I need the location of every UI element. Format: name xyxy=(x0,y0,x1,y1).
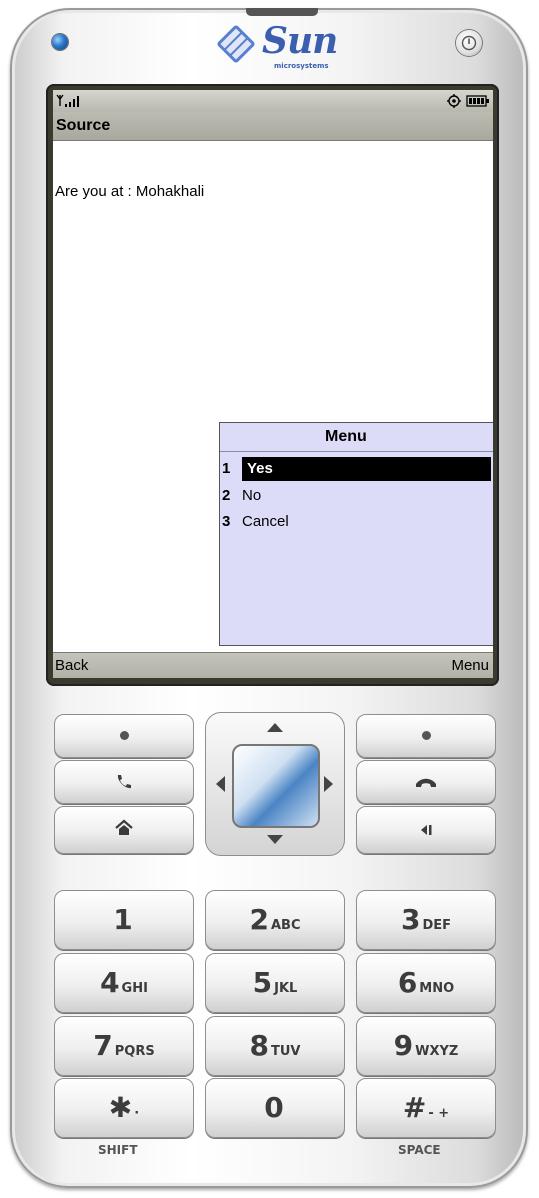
menu-item-label: Cancel xyxy=(242,513,289,530)
top-notch xyxy=(246,8,318,16)
key-star[interactable]: ✱ · xyxy=(54,1078,194,1138)
key-hash[interactable]: # - + xyxy=(356,1078,496,1138)
message-text: Are you at : Mohakhali xyxy=(55,183,205,200)
key-6[interactable]: 6 MNO xyxy=(356,953,496,1013)
screen-title: Source xyxy=(56,117,111,134)
settings-icon xyxy=(447,94,461,108)
key-letters: GHI xyxy=(121,981,148,996)
key-8[interactable]: 8 TUV xyxy=(205,1016,345,1076)
key-digit: ✱ xyxy=(108,1091,133,1124)
key-7[interactable]: 7 PQRS xyxy=(54,1016,194,1076)
menu-item-number: 1 xyxy=(222,460,231,477)
menu-item-label: Yes xyxy=(242,457,491,481)
key-digit: 4 xyxy=(100,966,120,999)
key-letters: - + xyxy=(428,1106,450,1121)
key-digit: 0 xyxy=(264,1091,284,1124)
menu-title-bar: Menu xyxy=(220,423,493,452)
key-1[interactable]: 1 xyxy=(54,890,194,950)
options-menu: Menu 1 Yes 2 No 3 Cancel xyxy=(219,422,493,646)
sun-logo: Sun microsystems xyxy=(214,18,344,74)
clear-key[interactable] xyxy=(356,806,496,854)
menu-title: Menu xyxy=(325,428,367,445)
key-letters: WXYZ xyxy=(415,1044,459,1059)
power-button[interactable] xyxy=(456,30,482,56)
menu-item-label: No xyxy=(242,487,262,504)
sun-logo-mark xyxy=(217,25,255,63)
key-digit: 9 xyxy=(393,1029,414,1062)
brand-name: Sun xyxy=(262,20,338,62)
key-letters: ABC xyxy=(270,918,301,933)
menu-softkey[interactable]: Menu xyxy=(451,657,489,674)
left-soft-key[interactable] xyxy=(54,714,194,758)
menu-item-number: 2 xyxy=(222,487,231,504)
end-key[interactable] xyxy=(356,760,496,804)
home-key[interactable] xyxy=(54,806,194,854)
key-letters: JKL xyxy=(274,981,298,996)
key-letters: MNO xyxy=(419,981,455,996)
key-letters: · xyxy=(134,1106,140,1121)
key-digit: 2 xyxy=(249,903,269,936)
key-digit: # xyxy=(402,1091,427,1124)
key-2[interactable]: 2 ABC xyxy=(205,890,345,950)
key-letters: TUV xyxy=(270,1044,301,1059)
arrow-up-icon[interactable] xyxy=(267,723,283,732)
brand-sub: microsystems xyxy=(274,62,329,70)
title-bar: Source xyxy=(53,112,493,141)
led-icon xyxy=(52,34,68,50)
phone-call-icon xyxy=(117,775,131,789)
dot-icon xyxy=(421,731,431,740)
key-0[interactable]: 0 xyxy=(205,1078,345,1138)
home-icon xyxy=(115,819,133,835)
key-digit: 8 xyxy=(249,1029,269,1062)
key-letters: DEF xyxy=(422,918,452,933)
phone-end-icon xyxy=(416,778,436,787)
select-button[interactable] xyxy=(232,744,320,828)
space-label: SPACE xyxy=(398,1143,441,1157)
arrow-down-icon[interactable] xyxy=(267,835,283,844)
key-4[interactable]: 4 GHI xyxy=(54,953,194,1013)
call-key[interactable] xyxy=(54,760,194,804)
arrow-left-icon[interactable] xyxy=(216,776,225,792)
key-9[interactable]: 9 WXYZ xyxy=(356,1016,496,1076)
right-soft-key[interactable] xyxy=(356,714,496,758)
signal-icon xyxy=(56,94,79,107)
backspace-icon xyxy=(421,825,432,835)
status-bar xyxy=(53,90,493,112)
key-digit: 3 xyxy=(400,903,421,936)
dot-icon xyxy=(119,731,129,740)
back-softkey[interactable]: Back xyxy=(55,657,88,674)
key-digit: 7 xyxy=(93,1029,113,1062)
power-icon xyxy=(461,35,477,51)
softkey-bar: Back Menu xyxy=(53,652,493,678)
menu-item-no[interactable]: 2 No xyxy=(220,484,493,508)
key-5[interactable]: 5 JKL xyxy=(205,953,345,1013)
menu-item-yes[interactable]: 1 Yes xyxy=(220,457,493,481)
key-3[interactable]: 3 DEF xyxy=(356,890,496,950)
key-digit: 1 xyxy=(113,903,133,936)
menu-item-number: 3 xyxy=(222,513,231,530)
key-digit: 5 xyxy=(252,966,273,999)
arrow-right-icon[interactable] xyxy=(324,776,333,792)
phone-screen: Source Are you at : Mohakhali Menu 1 Yes… xyxy=(53,90,493,678)
battery-icon xyxy=(466,95,489,107)
shift-label: SHIFT xyxy=(98,1143,138,1157)
key-letters: PQRS xyxy=(114,1044,155,1059)
menu-item-cancel[interactable]: 3 Cancel xyxy=(220,510,493,534)
key-digit: 6 xyxy=(397,966,418,999)
